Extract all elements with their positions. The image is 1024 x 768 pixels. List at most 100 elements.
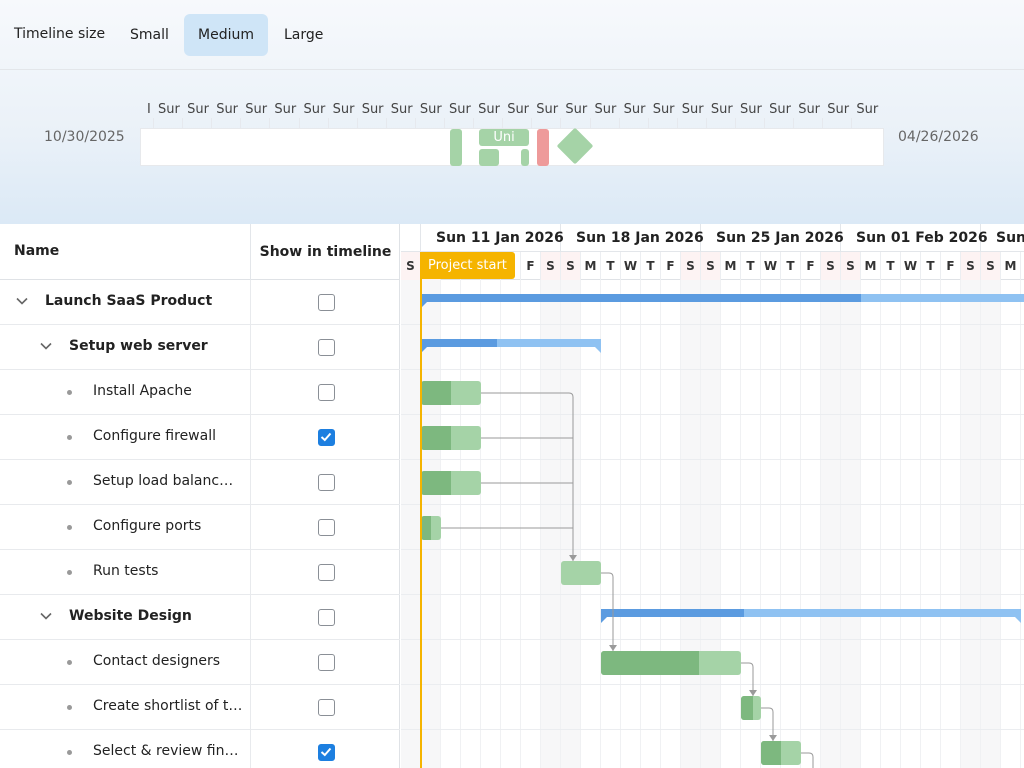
day-header-cell: M — [581, 252, 601, 280]
task-grid: Name Show in timeline Launch SaaS Produc… — [0, 224, 400, 768]
timeline-end-date: 04/26/2026 — [898, 129, 979, 145]
gantt-chart: Sun 11 Jan 2026 Sun 18 Jan 2026 Sun 25 Jan… — [401, 224, 1024, 768]
timeline-size-small-button[interactable]: Small — [116, 14, 183, 56]
table-row[interactable]: Website Design — [0, 595, 400, 640]
bullet-icon — [67, 480, 72, 485]
table-row[interactable]: Setup load balanc… — [0, 460, 400, 505]
timeline-task[interactable] — [450, 129, 462, 166]
dependency-arrow — [749, 690, 757, 696]
chevron-down-icon[interactable] — [15, 293, 29, 307]
timeline-ticks: I Sur Sur Sur Sur Sur Sur Sur Sur Sur Sur Sur Sur Sur… — [140, 96, 884, 128]
timeline-tick-line — [385, 118, 387, 128]
timeline-milestone[interactable] — [556, 127, 594, 165]
timeline-tick-label: Sur — [769, 102, 791, 117]
timeline-tick-line — [676, 118, 678, 128]
toolbar: Timeline size Small Medium Large — [0, 0, 1024, 70]
show-in-timeline-checkbox[interactable] — [318, 294, 335, 311]
show-in-timeline-checkbox[interactable] — [318, 609, 335, 626]
bullet-icon — [67, 750, 72, 755]
grid-header: Name Show in timeline — [0, 224, 400, 280]
timeline-task[interactable] — [521, 149, 529, 166]
task-name[interactable]: Setup load balanc… — [93, 473, 233, 489]
task-name[interactable]: Setup web server — [69, 338, 208, 354]
project-start-label: Project start — [420, 252, 515, 279]
day-header-cell: S — [681, 252, 701, 280]
timeline-strip[interactable]: Uni — [140, 127, 884, 166]
timeline-task[interactable]: Uni — [479, 129, 529, 146]
timeline-tick-line — [851, 118, 853, 128]
chevron-down-icon[interactable] — [39, 608, 53, 622]
cell-show-in-timeline — [250, 370, 400, 415]
timeline-tick-label: Sur — [216, 102, 239, 117]
day-header-cell: S — [961, 252, 981, 280]
task-name[interactable]: Launch SaaS Product — [45, 293, 212, 309]
table-row[interactable]: Configure firewall — [0, 415, 400, 460]
column-header-show-in-timeline[interactable]: Show in timeline — [250, 224, 400, 280]
show-in-timeline-checkbox[interactable] — [318, 654, 335, 671]
show-in-timeline-checkbox[interactable] — [318, 384, 335, 401]
task-name[interactable]: Install Apache — [93, 383, 192, 399]
day-header-cell: F — [661, 252, 681, 280]
day-header-cell: S — [701, 252, 721, 280]
timeline-tick-label: Sur — [740, 102, 762, 117]
task-name[interactable]: Select & review fin… — [93, 743, 238, 759]
day-header-cell: F — [521, 252, 541, 280]
timeline-tick-label: Sur — [507, 102, 530, 117]
table-row[interactable]: Configure ports — [0, 505, 400, 550]
timeline-size-large-button[interactable]: Large — [270, 14, 337, 56]
dependency-arrow — [769, 735, 777, 741]
cell-show-in-timeline — [250, 280, 400, 325]
show-in-timeline-checkbox[interactable] — [318, 699, 335, 716]
timeline-tick-line — [647, 118, 649, 128]
cell-name: Launch SaaS Product — [0, 280, 250, 325]
day-header-cell: W — [761, 252, 781, 280]
cell-name: Website Design — [0, 595, 250, 640]
timeline-task[interactable] — [479, 149, 499, 166]
show-in-timeline-checkbox[interactable] — [318, 519, 335, 536]
show-in-timeline-checkbox[interactable] — [318, 474, 335, 491]
timeline-tick-line — [793, 118, 795, 128]
timeline-tick-line — [531, 118, 533, 128]
show-in-timeline-checkbox[interactable] — [318, 429, 335, 446]
show-in-timeline-checkbox[interactable] — [318, 744, 335, 761]
table-row[interactable]: Launch SaaS Product — [0, 280, 400, 325]
timeline-tick-label: Sur — [187, 102, 209, 117]
day-header-cell: F — [801, 252, 821, 280]
timeline-tick-label: Sur — [478, 102, 500, 117]
task-name[interactable]: Create shortlist of t… — [93, 698, 242, 714]
timeline-tick-label: Sur — [419, 102, 442, 117]
day-header-cell: M — [861, 252, 881, 280]
chevron-down-icon[interactable] — [39, 338, 53, 352]
cell-show-in-timeline — [250, 505, 400, 550]
task-name[interactable]: Contact designers — [93, 653, 220, 669]
table-row[interactable]: Install Apache — [0, 370, 400, 415]
table-row[interactable]: Setup web server — [0, 325, 400, 370]
show-in-timeline-checkbox[interactable] — [318, 339, 335, 356]
timeline-task[interactable] — [537, 129, 549, 166]
timeline-panel: Timeline size Small Medium Large 10/30/2… — [0, 0, 1024, 224]
task-name[interactable]: Website Design — [69, 608, 192, 624]
timeline-tick-label: Sur — [245, 102, 268, 117]
show-in-timeline-checkbox[interactable] — [318, 564, 335, 581]
table-row[interactable]: Run tests — [0, 550, 400, 595]
timeline-tick-line — [298, 118, 300, 128]
cell-name: Setup web server — [0, 325, 250, 370]
timeline-tick-label: Sur — [798, 102, 821, 117]
table-row[interactable]: Create shortlist of t… — [0, 685, 400, 730]
project-start-line — [420, 252, 422, 768]
cell-show-in-timeline — [250, 550, 400, 595]
column-header-name[interactable]: Name — [14, 243, 59, 259]
task-name[interactable]: Configure ports — [93, 518, 201, 534]
cell-show-in-timeline — [250, 415, 400, 460]
timeline-size-medium-button[interactable]: Medium — [184, 14, 268, 56]
timeline-tick-line — [153, 118, 154, 128]
timeline-tick-line — [764, 118, 766, 128]
week-header-cell: Sun 08 — [981, 224, 1024, 252]
day-header-cell: T — [601, 252, 621, 280]
task-name[interactable]: Configure firewall — [93, 428, 216, 444]
timeline-tick-label: Sur — [274, 102, 297, 117]
table-row[interactable]: Contact designers — [0, 640, 400, 685]
task-name[interactable]: Run tests — [93, 563, 158, 579]
table-row[interactable]: Select & review fin… — [0, 730, 400, 768]
day-header-cell: T — [781, 252, 801, 280]
